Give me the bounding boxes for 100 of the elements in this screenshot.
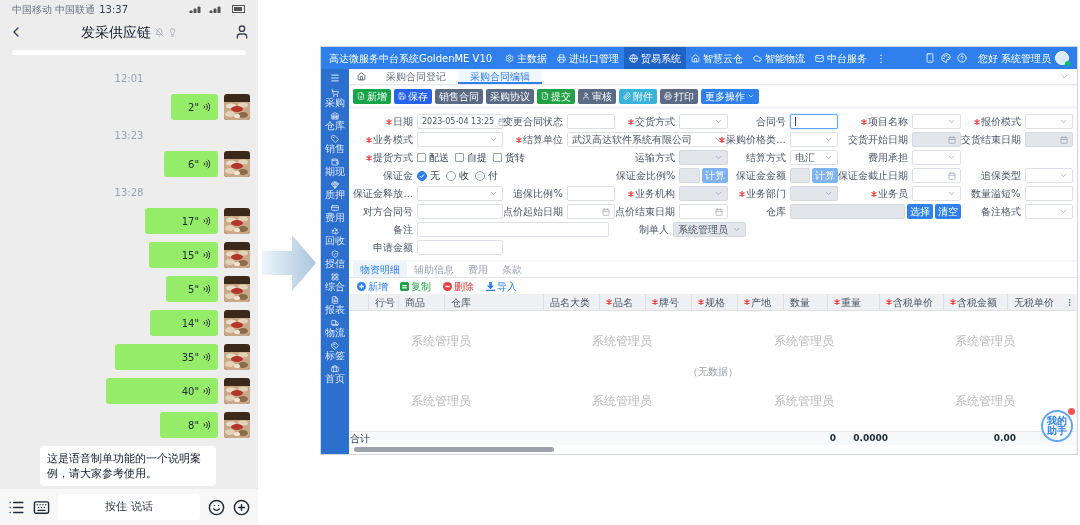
select-field[interactable] — [417, 132, 503, 147]
nav-tab[interactable]: 进出口管理 — [552, 47, 625, 69]
sidebar-item[interactable]: 期现 — [325, 158, 345, 177]
nav-tab[interactable]: 中台服务 — [810, 47, 873, 69]
sidebar-item[interactable]: 费用 — [325, 204, 345, 223]
select-field[interactable] — [912, 150, 961, 165]
toolbar-button[interactable]: 更多操作 — [701, 88, 759, 104]
toolbar-button[interactable]: 提交 — [537, 88, 575, 104]
clock: 13:37 — [99, 2, 128, 17]
voice-message[interactable]: 40" — [106, 378, 218, 404]
scrollbar[interactable] — [354, 447, 554, 452]
select-field[interactable] — [1024, 168, 1073, 183]
checkbox[interactable] — [493, 153, 502, 162]
sidebar-item[interactable]: 综合 — [325, 273, 345, 292]
column-settings-icon[interactable] — [1065, 297, 1074, 307]
more-nav-button[interactable]: ⋮ — [872, 50, 891, 66]
input-field[interactable] — [789, 114, 839, 129]
toolbar-button[interactable]: 新增 — [353, 88, 391, 104]
sidebar-item[interactable]: 授信 — [325, 250, 345, 269]
home-icon[interactable] — [357, 72, 366, 81]
sidebar-icon — [331, 296, 339, 304]
hold-to-talk-button[interactable]: 按住 说话 — [58, 494, 200, 520]
select-field[interactable] — [679, 114, 728, 129]
sidebar-item[interactable]: 质押 — [325, 181, 345, 200]
page-tab[interactable]: 采购合同登记 — [374, 69, 458, 84]
toolbar-button[interactable]: 销售合同 — [435, 88, 483, 104]
chevron-icon — [1059, 117, 1068, 126]
toolbar-button[interactable]: 采购协议 — [486, 88, 534, 104]
palette-icon[interactable] — [940, 53, 951, 63]
chevron-icon — [946, 153, 956, 162]
voice-icon — [203, 216, 210, 226]
detail-action-button[interactable]: 新增 — [357, 278, 388, 294]
detail-action-button[interactable]: 复制 — [400, 278, 431, 294]
date-field[interactable]: 2023-05-04 13:25 — [417, 114, 503, 129]
sidebar-item[interactable]: 仓库 — [325, 112, 345, 131]
detail-tab[interactable]: 辅助信息 — [407, 262, 461, 277]
date-field[interactable] — [679, 204, 728, 219]
nav-tab[interactable]: 智慧云仓 — [686, 47, 749, 69]
detail-tab[interactable]: 条款 — [495, 262, 529, 277]
radio-button[interactable] — [446, 170, 456, 181]
voice-message[interactable]: 6" — [163, 151, 218, 177]
sidebar-item[interactable]: 标签 — [325, 342, 345, 361]
sidebar-item[interactable]: 首页 — [325, 365, 345, 384]
voice-message[interactable]: 8" — [160, 412, 218, 438]
contact-icon[interactable] — [234, 24, 250, 40]
select-field[interactable] — [1024, 114, 1073, 129]
nav-tab[interactable]: 主数据 — [500, 47, 553, 69]
sidebar-item[interactable]: 回收 — [325, 227, 345, 246]
tabs-dropdown-icon[interactable] — [1060, 72, 1069, 81]
chevron-icon — [489, 189, 498, 198]
voice-message[interactable]: 17" — [145, 208, 218, 234]
sidebar-icon — [331, 227, 339, 235]
sidebar-item[interactable]: 物流 — [325, 319, 345, 338]
nav-tab[interactable]: 智能物流 — [748, 47, 811, 69]
detail-action-button[interactable]: 删除 — [443, 278, 474, 294]
plus-icon[interactable] — [233, 498, 250, 516]
watermark-text: 系统管理员 — [410, 333, 471, 350]
select-field[interactable] — [912, 114, 961, 129]
message-time: 13:28 — [114, 186, 144, 200]
total-value: 0.00 — [993, 431, 1016, 445]
field-label: 备注格式 — [980, 205, 1021, 219]
detail-tab[interactable]: 费用 — [461, 262, 495, 277]
select-field[interactable] — [912, 186, 961, 201]
keyboard-icon[interactable] — [33, 498, 50, 516]
toolbar-button[interactable]: 打印 — [660, 88, 698, 104]
select-field[interactable] — [789, 132, 839, 147]
radio-button[interactable] — [475, 170, 485, 181]
voice-message[interactable]: 2" — [170, 94, 218, 120]
voice-message[interactable]: 35" — [114, 344, 218, 370]
date-field[interactable] — [567, 204, 616, 219]
detail-action-button[interactable]: 导入 — [486, 278, 517, 294]
sidebar-item[interactable]: 报表 — [325, 296, 345, 315]
select-field[interactable] — [417, 186, 503, 201]
emoji-icon[interactable] — [208, 498, 225, 516]
column-header: 仓库 — [451, 295, 471, 310]
page-tab[interactable]: 采购合同编辑 — [458, 69, 542, 84]
checkbox[interactable] — [455, 153, 464, 162]
select-field[interactable] — [1024, 204, 1073, 219]
detail-tab[interactable]: 物资明细 — [353, 262, 407, 277]
checkbox-label: 自提 — [467, 151, 487, 165]
voice-message[interactable]: 5" — [165, 276, 218, 302]
checkbox[interactable] — [417, 153, 426, 162]
toolbar-button[interactable]: 审核 — [578, 88, 616, 104]
date-field[interactable] — [912, 168, 961, 183]
sidebar-item[interactable]: 销售 — [325, 135, 345, 154]
voice-message[interactable]: 15" — [148, 242, 218, 268]
nav-tab[interactable]: 贸易系统 — [624, 47, 687, 69]
sidebar-item[interactable]: 采购 — [325, 89, 345, 108]
mobile-icon[interactable] — [924, 53, 935, 63]
help-icon[interactable] — [956, 53, 967, 63]
chevron-icon — [1059, 171, 1068, 180]
nav-icon — [505, 53, 515, 63]
toolbar-button[interactable]: 附件 — [619, 88, 657, 104]
user-avatar[interactable] — [1055, 51, 1069, 65]
toolbar-button[interactable]: 保存 — [394, 88, 432, 104]
radio-button[interactable] — [417, 170, 427, 181]
select-field[interactable]: 电汇 — [789, 150, 839, 165]
voice-icon — [203, 250, 210, 260]
field-label: 制单人 — [639, 223, 670, 237]
voice-message[interactable]: 14" — [150, 310, 218, 336]
